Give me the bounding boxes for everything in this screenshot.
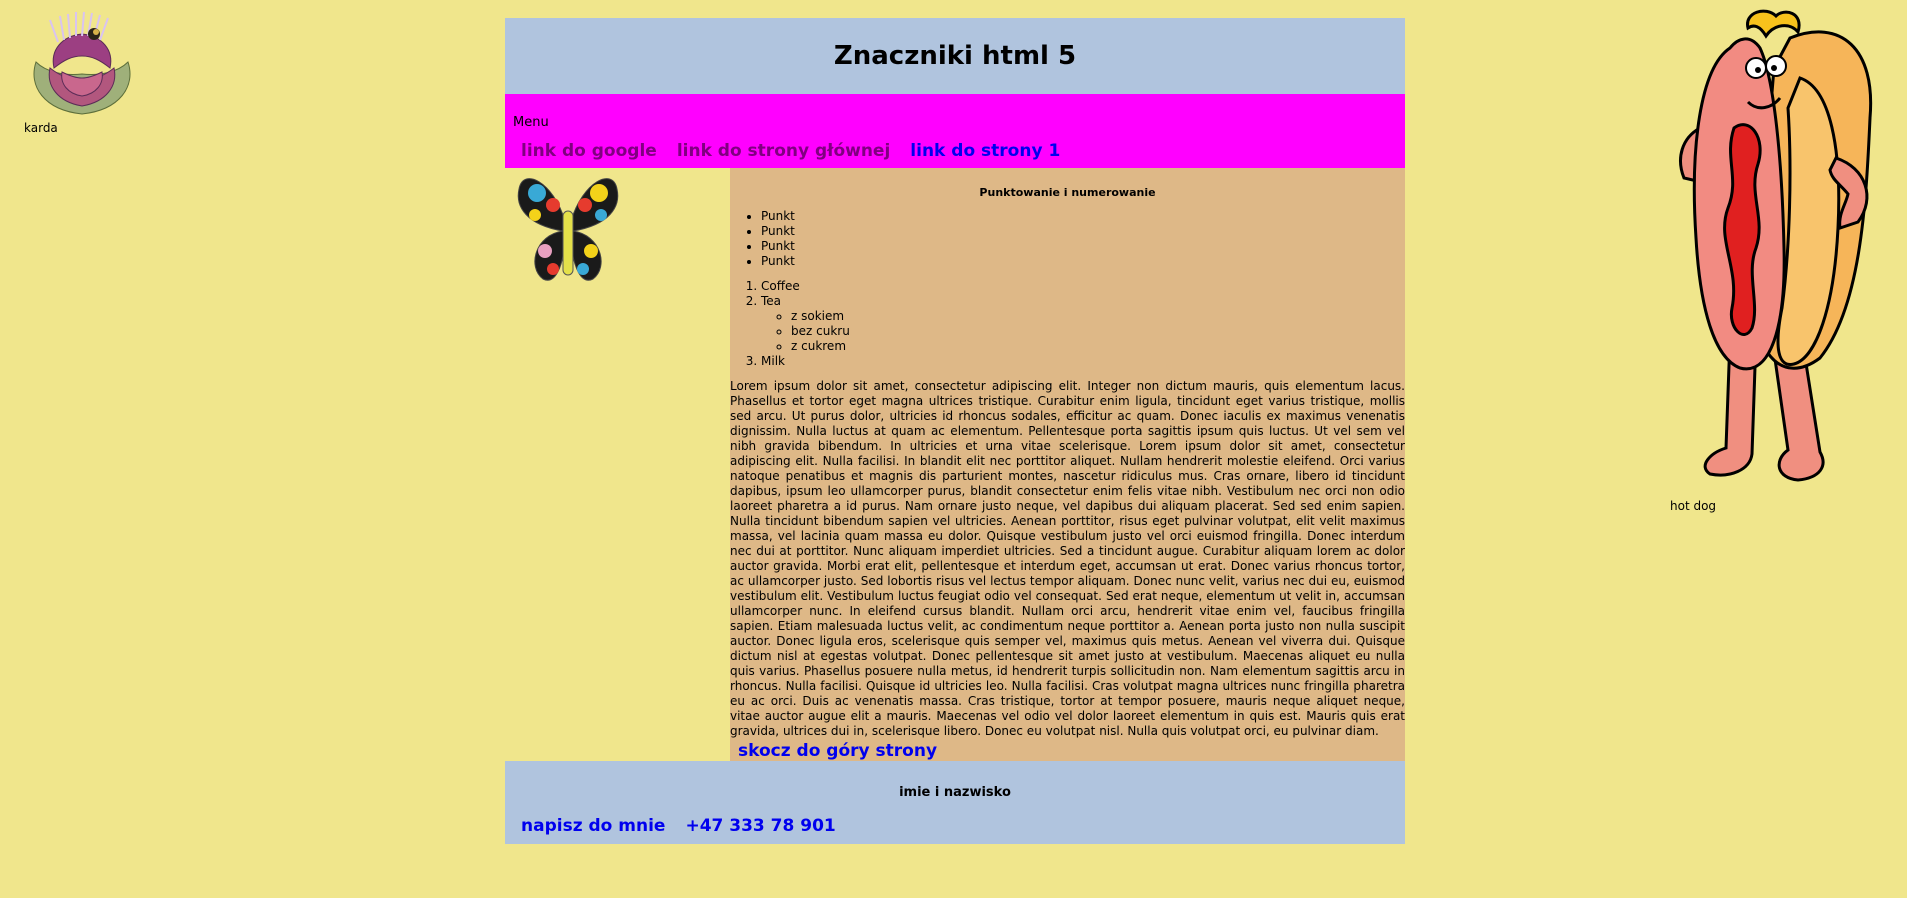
left-image-caption: karda bbox=[24, 121, 58, 135]
butterfly-image bbox=[517, 178, 619, 281]
page-container: Znaczniki html 5 Menu link do google lin… bbox=[505, 18, 1405, 844]
link-page-1[interactable]: link do strony 1 bbox=[910, 141, 1060, 161]
list-item-milk: Milk bbox=[761, 354, 1405, 369]
right-image-block: hot dog bbox=[1670, 8, 1890, 513]
back-to-top-link[interactable]: skocz do góry strony bbox=[738, 741, 1405, 761]
author-name: imie i nazwisko bbox=[899, 785, 1011, 800]
list-item: Punkt bbox=[761, 239, 1405, 254]
list-item: Punkt bbox=[761, 254, 1405, 269]
nested-list: z sokiem bez cukru z cukrem bbox=[761, 309, 1405, 354]
list-item-coffee: Coffee bbox=[761, 279, 1405, 294]
list-item-tea: Tea z sokiem bez cukru z cukrem bbox=[761, 294, 1405, 354]
list-item: Punkt bbox=[761, 224, 1405, 239]
hot-dog-image bbox=[1679, 9, 1873, 482]
list-item-label: Milk bbox=[761, 354, 785, 368]
main-content: Punktowanie i numerowanie Punkt Punkt Pu… bbox=[730, 168, 1405, 761]
bullet-list: Punkt Punkt Punkt Punkt bbox=[730, 209, 1405, 269]
nested-list-item: z cukrem bbox=[791, 339, 1405, 354]
email-link[interactable]: napisz do mnie bbox=[521, 816, 665, 836]
page-title: Znaczniki html 5 bbox=[833, 41, 1077, 71]
list-item-label: Coffee bbox=[761, 279, 800, 293]
numbered-list: Coffee Tea z sokiem bez cukru z cukrem M… bbox=[730, 279, 1405, 369]
nav-links: link do google link do strony głównej li… bbox=[521, 141, 1060, 161]
page-footer: imie i nazwisko napisz do mnie +47 333 7… bbox=[505, 761, 1405, 844]
nested-list-item: bez cukru bbox=[791, 324, 1405, 339]
menu-label: Menu bbox=[513, 115, 549, 130]
list-item: Punkt bbox=[761, 209, 1405, 224]
lorem-paragraph: Lorem ipsum dolor sit amet, consectetur … bbox=[730, 379, 1405, 738]
nested-list-item: z sokiem bbox=[791, 309, 1405, 324]
content-row: Punktowanie i numerowanie Punkt Punkt Pu… bbox=[505, 168, 1405, 761]
link-google[interactable]: link do google bbox=[521, 141, 657, 161]
link-home-page[interactable]: link do strony głównej bbox=[677, 141, 890, 161]
left-sidebar bbox=[505, 168, 730, 761]
top-nav: Menu link do google link do strony główn… bbox=[505, 94, 1405, 168]
list-item-label: Tea bbox=[761, 294, 782, 308]
left-image-block: karda bbox=[24, 10, 144, 135]
page-header: Znaczniki html 5 bbox=[505, 18, 1405, 94]
right-image-caption: hot dog bbox=[1670, 499, 1717, 513]
section-heading: Punktowanie i numerowanie bbox=[979, 186, 1156, 199]
artichoke-image bbox=[33, 11, 131, 115]
contact-links: napisz do mnie +47 333 78 901 bbox=[521, 816, 836, 836]
phone-link[interactable]: +47 333 78 901 bbox=[685, 816, 835, 836]
